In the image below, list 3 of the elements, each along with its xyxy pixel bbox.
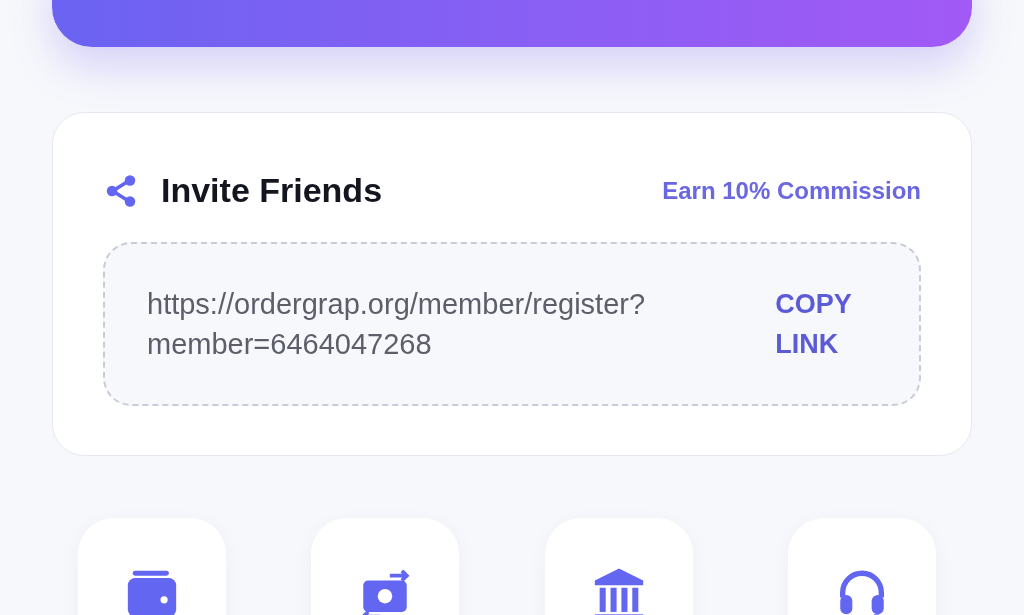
commission-label: Earn 10% Commission [662, 175, 921, 206]
card-title: Invite Friends [161, 170, 383, 211]
copy-link-button[interactable]: COPY LINK [775, 284, 867, 364]
